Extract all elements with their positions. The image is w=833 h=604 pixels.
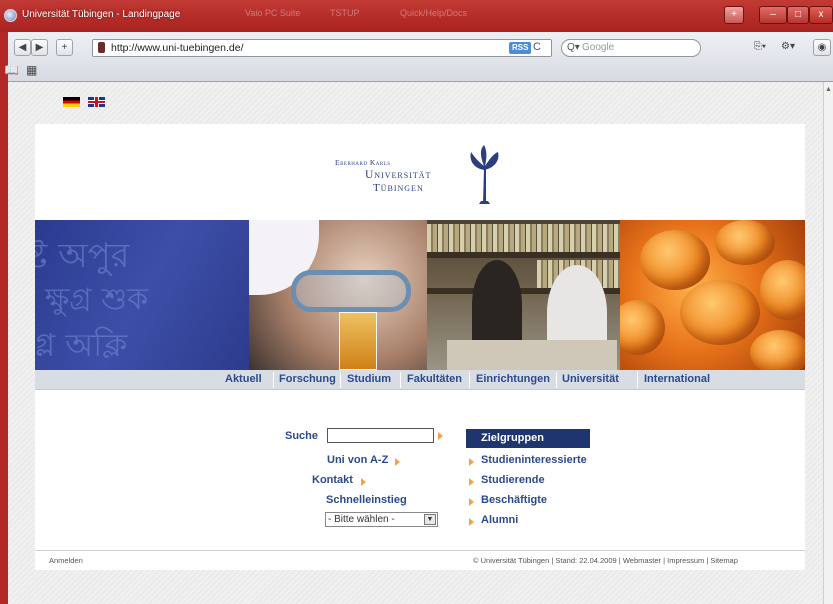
background-tab-label: Quick/Help/Docs: [400, 8, 468, 18]
bookmarks-icon[interactable]: 📖: [4, 63, 19, 77]
window-title: Universität Tübingen - Landingpage: [22, 9, 181, 20]
select-value: - Bitte wählen -: [328, 514, 395, 525]
chevron-down-icon[interactable]: ▼: [424, 514, 436, 525]
arrow-icon: [469, 518, 474, 526]
search-label: Suche: [285, 430, 319, 442]
webmaster-link[interactable]: Webmaster: [623, 556, 661, 565]
extension-icon[interactable]: ◉: [813, 39, 831, 56]
background-tab-label: Vaio PC Suite: [245, 8, 301, 18]
site-icon: [98, 42, 105, 53]
logo-line-1: Eberhard Karls: [335, 158, 391, 167]
impressum-link[interactable]: Impressum: [667, 556, 704, 565]
add-bookmark-button[interactable]: +: [56, 39, 73, 56]
footer-info: © Universität Tübingen | Stand: 22.04.20…: [473, 556, 738, 565]
nav-item-forschung[interactable]: Forschung: [279, 373, 336, 385]
german-flag-icon[interactable]: [63, 97, 80, 107]
search-submit-arrow-icon[interactable]: [438, 432, 443, 440]
banner-manuscript-image: ষ্ট অপুর ক্ষুগ্র শুক স্বগ্ল অক্লি: [35, 220, 249, 370]
nav-item-international[interactable]: International: [644, 373, 710, 385]
search-placeholder: Google: [582, 42, 615, 53]
logo-line-3: Tübingen: [373, 182, 424, 194]
banner-library-image: [427, 220, 620, 370]
kontakt-link[interactable]: Kontakt: [312, 474, 353, 486]
schnelleinstieg-select[interactable]: - Bitte wählen - ▼: [325, 512, 438, 527]
login-link[interactable]: Anmelden: [49, 556, 83, 565]
zielgruppe-beschaeftigte[interactable]: Beschäftigte: [481, 494, 547, 506]
nav-item-einrichtungen[interactable]: Einrichtungen: [476, 373, 550, 385]
nav-item-studium[interactable]: Studium: [347, 373, 391, 385]
zielgruppen-header: Zielgruppen: [466, 429, 590, 448]
english-flag-icon[interactable]: [88, 97, 105, 107]
sitemap-link[interactable]: Sitemap: [710, 556, 738, 565]
rss-button[interactable]: RSS: [509, 42, 532, 54]
vertical-scrollbar[interactable]: ▲: [823, 82, 833, 604]
scroll-up-icon[interactable]: ▲: [825, 86, 832, 93]
back-button[interactable]: ◀: [14, 39, 31, 56]
main-navigation: Aktuell Forschung Studium Fakultäten Ein…: [35, 370, 805, 390]
window-frame-left: [0, 32, 8, 604]
palm-tree-logo-icon: [470, 145, 499, 204]
zielgruppe-alumni[interactable]: Alumni: [481, 514, 518, 526]
nav-item-universitaet[interactable]: Universität: [562, 373, 619, 385]
schnelleinstieg-label: Schnelleinstieg: [326, 494, 407, 506]
background-tab-label: TSTUP: [330, 8, 360, 18]
header-banner: ষ্ট অপুর ক্ষুগ্র শুক স্বগ্ল অক্লি: [35, 220, 805, 370]
address-bar[interactable]: http://www.uni-tuebingen.de/ RSS C: [92, 39, 552, 57]
window-titlebar: Universität Tübingen - Landingpage Vaio …: [0, 0, 833, 32]
arrow-icon: [469, 458, 474, 466]
arrow-icon: [469, 498, 474, 506]
page-viewport: Eberhard Karls Universität Tübingen ষ্ট …: [8, 82, 823, 604]
logo-line-2: Universität: [365, 169, 432, 181]
university-logo[interactable]: Eberhard Karls Universität Tübingen: [335, 144, 535, 209]
forward-button[interactable]: ▶: [31, 39, 48, 56]
settings-icon[interactable]: ⚙▾: [776, 39, 800, 56]
close-button[interactable]: x: [809, 6, 833, 24]
arrow-icon: [395, 458, 400, 466]
minimize-button[interactable]: –: [759, 6, 787, 24]
new-window-icon[interactable]: +: [724, 6, 744, 24]
arrow-icon: [361, 478, 366, 486]
browser-app-icon: [4, 9, 17, 22]
nav-item-fakultaeten[interactable]: Fakultäten: [407, 373, 462, 385]
page-menu-icon[interactable]: ⎘▾: [748, 39, 772, 56]
zielgruppe-studierende[interactable]: Studierende: [481, 474, 545, 486]
banner-lab-image: [249, 220, 427, 370]
search-field[interactable]: Q▾ Google: [561, 39, 701, 57]
site-search-input[interactable]: [327, 428, 434, 443]
uni-a-z-link[interactable]: Uni von A-Z: [327, 454, 388, 466]
maximize-button[interactable]: □: [787, 6, 809, 24]
page-content: Eberhard Karls Universität Tübingen ষ্ট …: [35, 124, 805, 570]
banner-cells-image: [620, 220, 805, 370]
stand-text: Stand: 22.04.2009: [555, 556, 617, 565]
nav-item-aktuell[interactable]: Aktuell: [225, 373, 262, 385]
browser-toolbar: ◀ ▶ + http://www.uni-tuebingen.de/ RSS C…: [4, 32, 833, 82]
zielgruppe-studieninteressierte[interactable]: Studieninteressierte: [481, 454, 587, 466]
top-sites-icon[interactable]: ▦: [26, 63, 37, 77]
search-icon[interactable]: Q▾: [567, 42, 580, 53]
page-footer: Anmelden © Universität Tübingen | Stand:…: [35, 550, 805, 570]
url-text[interactable]: http://www.uni-tuebingen.de/: [111, 42, 244, 54]
reload-icon[interactable]: C: [533, 41, 541, 53]
arrow-icon: [469, 478, 474, 486]
copyright-text: © Universität Tübingen: [473, 556, 550, 565]
